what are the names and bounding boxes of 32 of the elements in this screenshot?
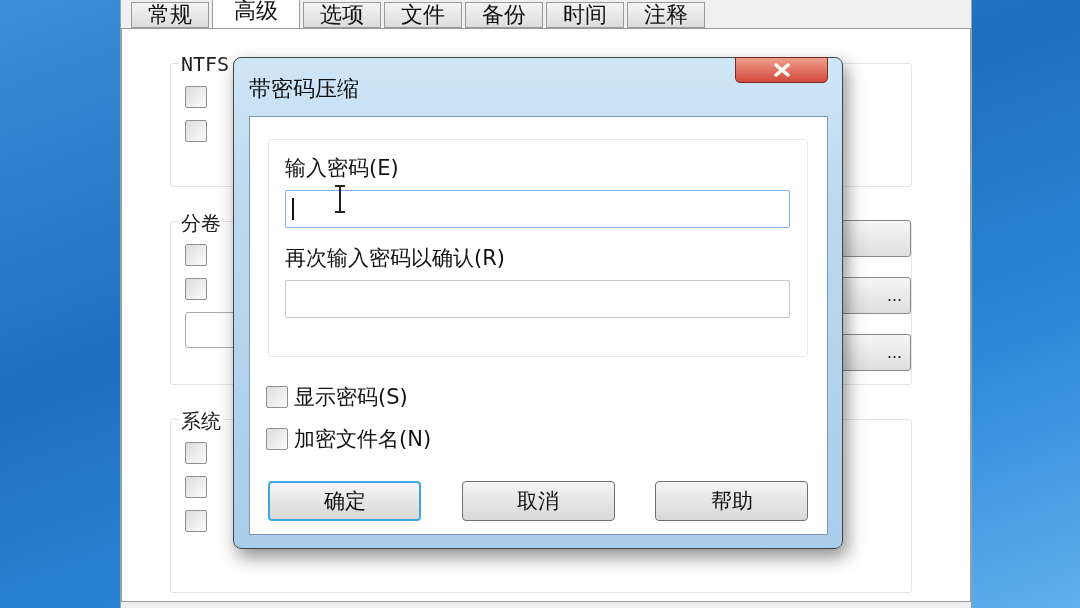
- checkbox[interactable]: [185, 86, 207, 108]
- checkbox[interactable]: [185, 442, 207, 464]
- checkbox[interactable]: [185, 278, 207, 300]
- browse-button[interactable]: ...: [841, 277, 911, 314]
- checkbox-label: 显示密码(S): [294, 384, 408, 411]
- tab[interactable]: 备份: [465, 2, 543, 28]
- tab[interactable]: 常规: [131, 2, 209, 28]
- checkbox[interactable]: [185, 476, 207, 498]
- close-icon: [772, 63, 791, 77]
- checkbox[interactable]: [185, 120, 207, 142]
- tab[interactable]: 时间: [546, 2, 624, 28]
- tab[interactable]: 文件: [384, 2, 462, 28]
- dialog-button[interactable]: 取消: [461, 481, 615, 521]
- close-button[interactable]: [735, 57, 828, 83]
- side-button[interactable]: [841, 220, 911, 257]
- dialog-button[interactable]: 帮助: [655, 481, 808, 521]
- dialog-button[interactable]: 确定: [268, 481, 421, 521]
- checkbox[interactable]: [185, 510, 207, 532]
- browse-button[interactable]: ...: [841, 334, 911, 371]
- tab[interactable]: 选项: [303, 2, 381, 28]
- tab[interactable]: 注释: [627, 2, 705, 28]
- field-label: 再次输入密码以确认(R): [285, 245, 506, 272]
- text-caret: [292, 198, 294, 220]
- field-label: 输入密码(E): [285, 155, 400, 182]
- password-field[interactable]: [285, 280, 790, 318]
- checkbox[interactable]: [266, 428, 288, 450]
- dialog-title: 带密码压缩: [249, 75, 359, 103]
- text-cursor-icon: [334, 185, 346, 213]
- tab[interactable]: 高级: [212, 0, 300, 28]
- checkbox[interactable]: [266, 386, 288, 408]
- checkbox-label: 加密文件名(N): [294, 426, 432, 453]
- checkbox[interactable]: [185, 244, 207, 266]
